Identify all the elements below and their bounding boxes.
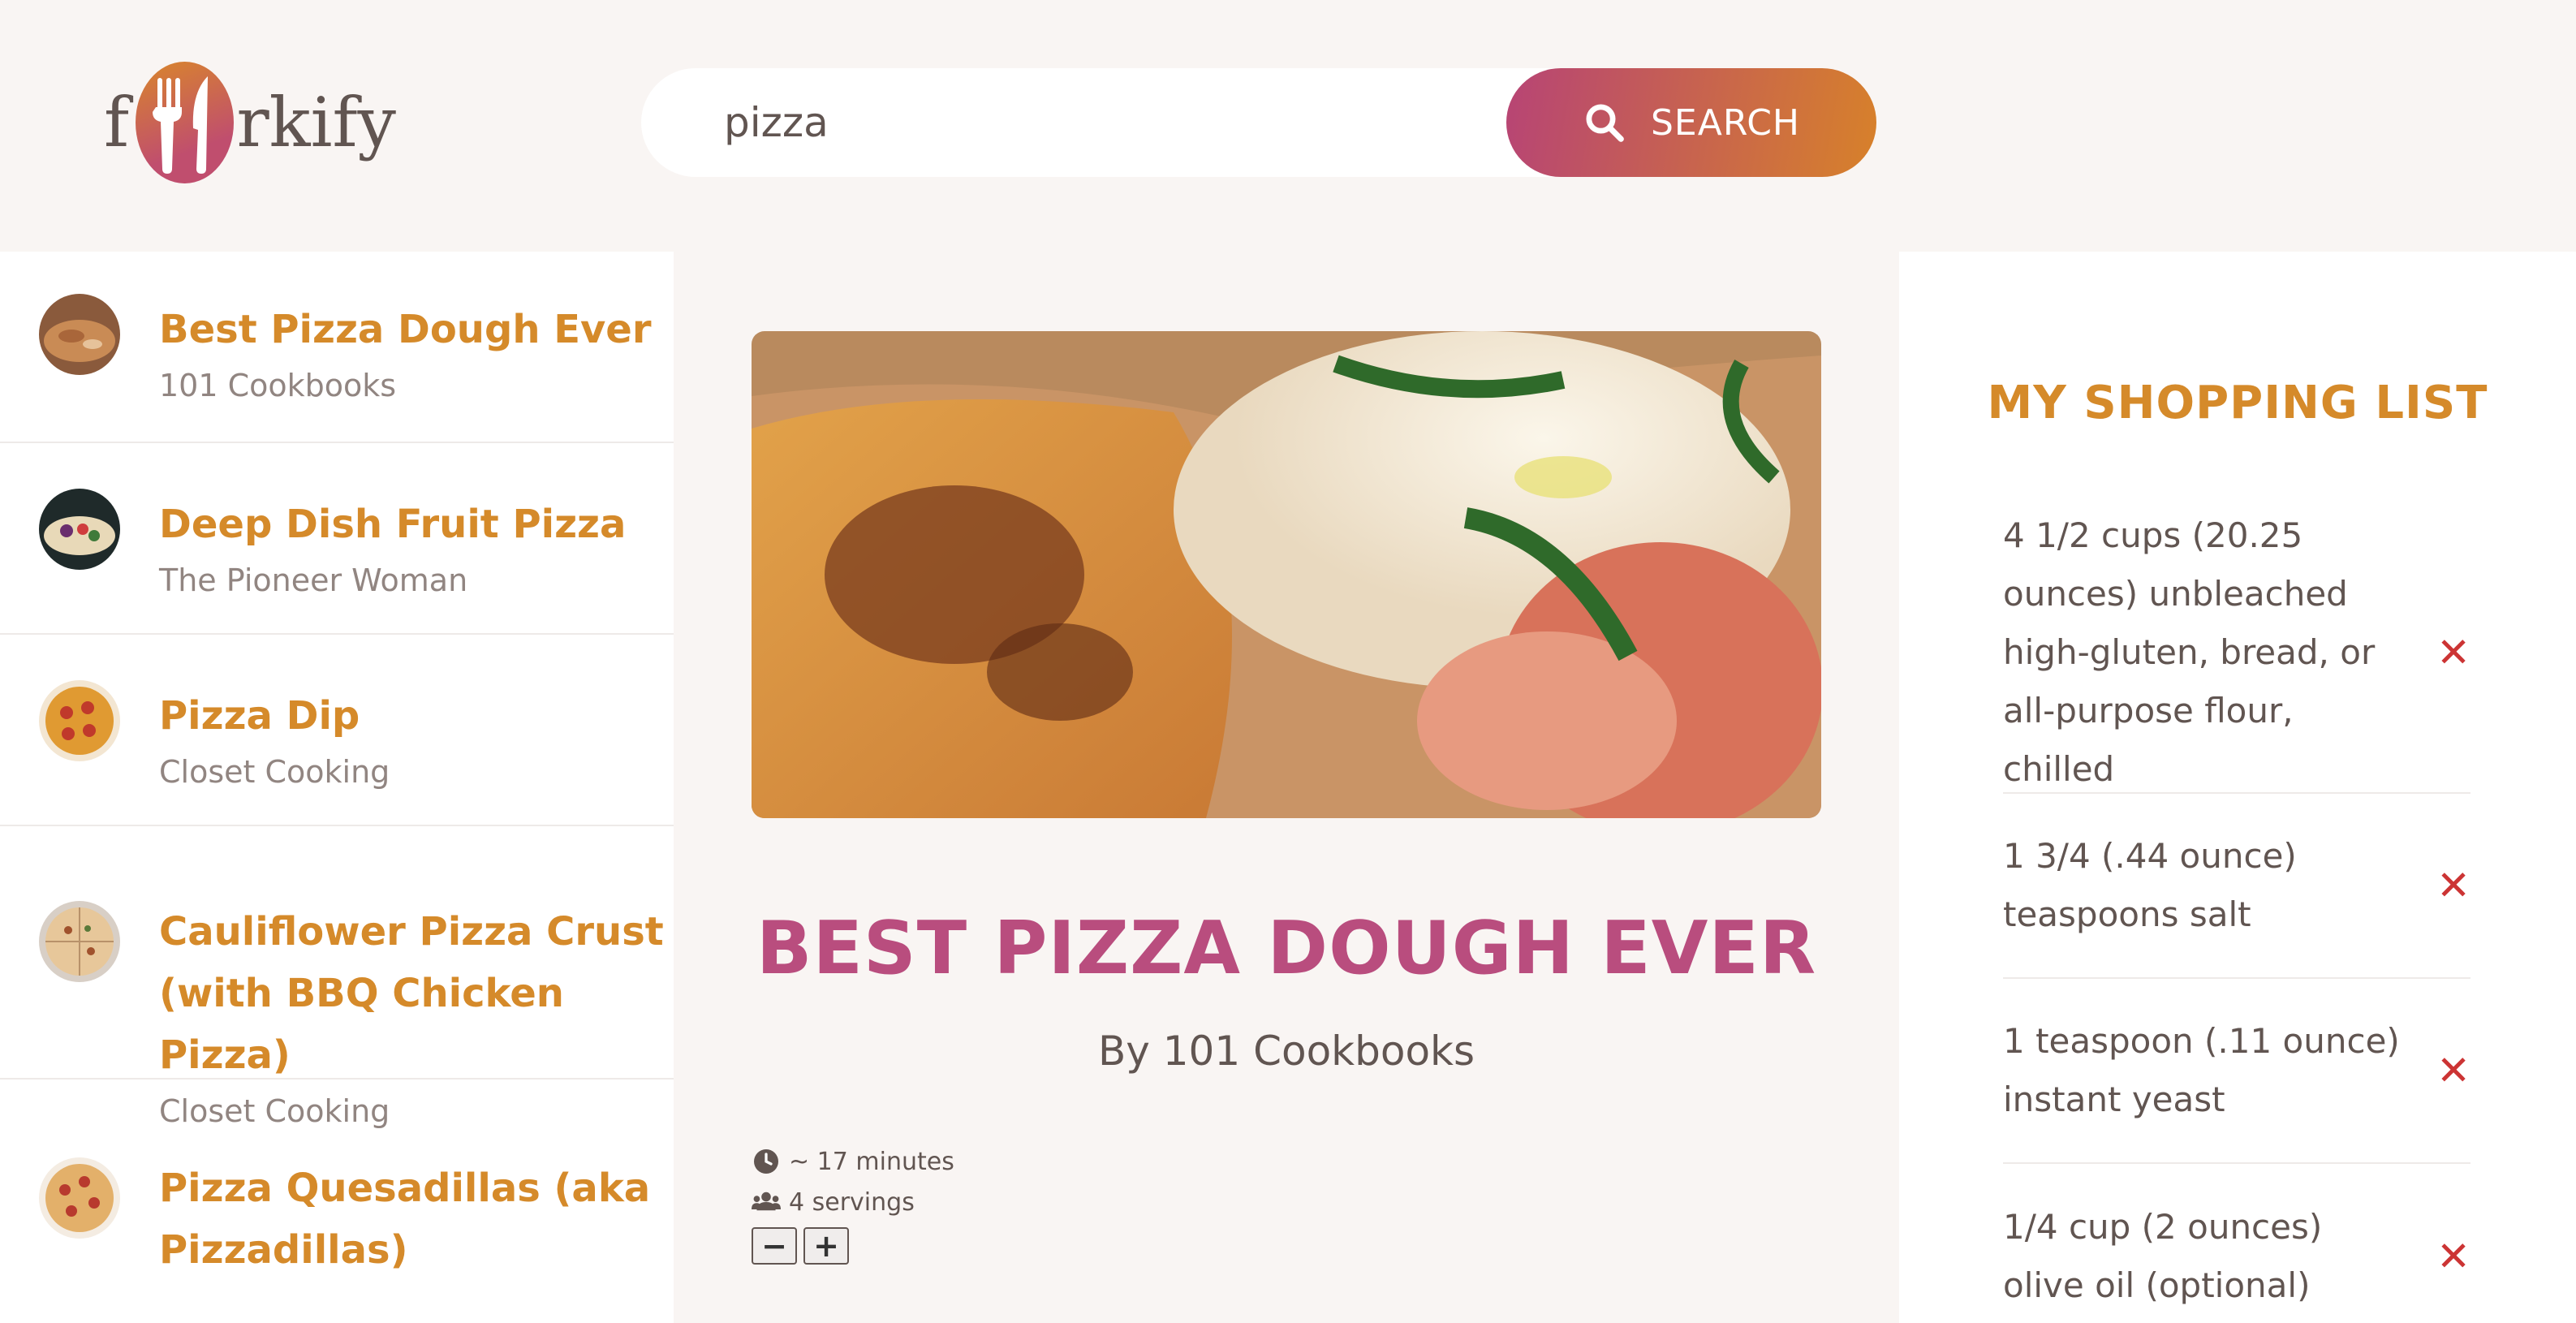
close-icon[interactable]: ✕	[2425, 1047, 2470, 1094]
search-icon	[1586, 104, 1624, 142]
result-item[interactable]: Deep Dish Fruit Pizza The Pioneer Woman	[0, 443, 674, 635]
app-header: f rkify SEARCH	[0, 0, 2576, 252]
shopping-list-item: 1 teaspoon (.11 ounce) instant yeast ✕	[2003, 979, 2470, 1164]
recipe-panel: BEST PIZZA DOUGH EVER By 101 Cookbooks ~…	[674, 252, 1899, 1323]
cooking-time: ~ 17 minutes	[752, 1141, 954, 1182]
shopping-item-text: 4 1/2 cups (20.25 ounces) unbleached hig…	[2003, 515, 2376, 789]
shopping-list-item: 4 1/2 cups (20.25 ounces) unbleached hig…	[2003, 515, 2470, 794]
shopping-list-item: 1/4 cup (2 ounces) olive oil (optional) …	[2003, 1164, 2470, 1323]
result-thumbnail	[39, 489, 120, 570]
recipe-publisher: By 101 Cookbooks	[1097, 1028, 1475, 1075]
decrease-servings-button[interactable]: −	[752, 1227, 797, 1265]
result-publisher: The Pioneer Woman	[159, 562, 468, 598]
shopping-list-panel: MY SHOPPING LIST 4 1/2 cups (20.25 ounce…	[1899, 252, 2576, 1323]
search-input[interactable]	[724, 68, 1479, 177]
close-icon[interactable]: ✕	[2425, 1233, 2470, 1280]
cooking-time-text: ~ 17 minutes	[789, 1147, 954, 1176]
result-thumbnail	[39, 294, 120, 375]
servings: 4 servings	[752, 1182, 954, 1222]
search-form: SEARCH	[641, 68, 1876, 177]
result-thumbnail	[39, 901, 120, 982]
search-results: Best Pizza Dough Ever 101 Cookbooks Deep…	[0, 252, 674, 1323]
result-item[interactable]: Pizza Dip Closet Cooking	[0, 635, 674, 826]
shopping-item-text: 1 teaspoon (.11 ounce) instant yeast	[2003, 1021, 2400, 1119]
recipe-image	[752, 331, 1821, 818]
result-title: Best Pizza Dough Ever	[159, 307, 652, 352]
search-button-label: SEARCH	[1650, 101, 1801, 144]
servings-text: 4 servings	[789, 1187, 915, 1217]
result-item[interactable]: Pizza Quesadillas (aka Pizzadillas)	[0, 1080, 674, 1323]
result-title: Pizza Dip	[159, 693, 360, 739]
result-title: Cauliflower Pizza Crust (with BBQ Chicke…	[159, 909, 664, 1078]
recipe-details: ~ 17 minutes 4 servings − +	[752, 1141, 954, 1265]
increase-servings-button[interactable]: +	[803, 1227, 849, 1265]
result-item[interactable]: Best Pizza Dough Ever 101 Cookbooks	[0, 252, 674, 443]
logo-text-start: f	[104, 83, 130, 162]
result-thumbnail	[39, 680, 120, 761]
shopping-list-heading: MY SHOPPING LIST	[1987, 377, 2488, 429]
shopping-item-text: 1/4 cup (2 ounces) olive oil (optional)	[2003, 1207, 2323, 1305]
servings-controls: − +	[752, 1227, 954, 1265]
recipe-title: BEST PIZZA DOUGH EVER	[756, 906, 1817, 991]
close-icon[interactable]: ✕	[2425, 862, 2470, 909]
result-thumbnail	[39, 1157, 120, 1239]
logo-text-end: rkify	[236, 83, 396, 162]
shopping-list: 4 1/2 cups (20.25 ounces) unbleached hig…	[2003, 515, 2470, 1323]
result-publisher: Closet Cooking	[159, 754, 390, 790]
forkify-logo[interactable]: f rkify	[104, 62, 396, 183]
shopping-item-text: 1 3/4 (.44 ounce) teaspoons salt	[2003, 836, 2297, 934]
clock-icon	[754, 1149, 778, 1174]
result-item[interactable]: Cauliflower Pizza Crust (with BBQ Chicke…	[0, 826, 674, 1129]
shopping-list-item: 1 3/4 (.44 ounce) teaspoons salt ✕	[2003, 794, 2470, 979]
result-title: Pizza Quesadillas (aka Pizzadillas)	[159, 1166, 651, 1273]
users-icon	[752, 1192, 781, 1211]
result-title: Deep Dish Fruit Pizza	[159, 502, 627, 547]
fork-knife-icon	[136, 62, 234, 183]
close-icon[interactable]: ✕	[2425, 629, 2470, 676]
search-button[interactable]: SEARCH	[1506, 68, 1876, 177]
result-publisher: 101 Cookbooks	[159, 368, 397, 403]
